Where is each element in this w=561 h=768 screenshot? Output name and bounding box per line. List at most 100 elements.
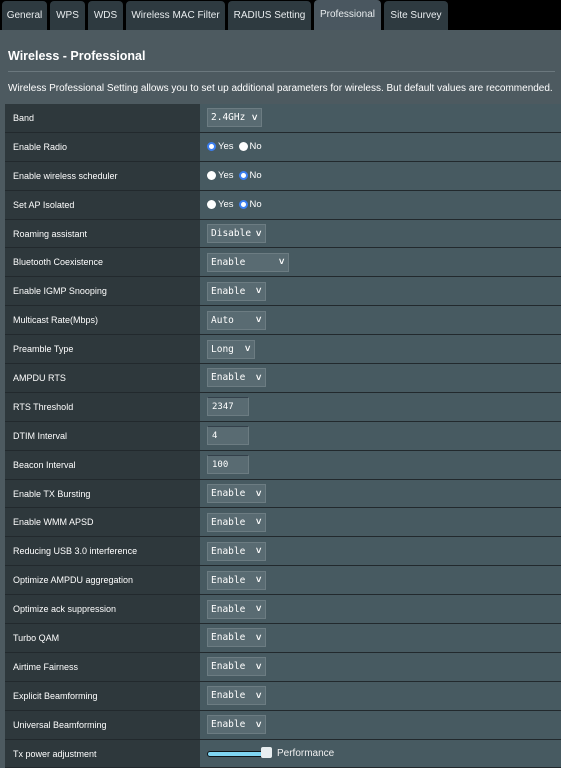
tx-power-value-label: Performance (277, 748, 335, 760)
setting-row-ampdu-rts: AMPDU RTS Enable ∨ (5, 364, 561, 393)
setting-row-bluetooth-coexistence: Bluetooth Coexistence Enable ∨ (5, 248, 561, 278)
radio-yes[interactable] (207, 200, 216, 210)
setting-label: Set AP Isolated (5, 190, 200, 219)
setting-value-cell: Enable ∨ (200, 508, 561, 537)
setting-value-cell: Enable ∨ (200, 537, 561, 566)
setting-row-preamble-type: Preamble Type Long ∨ (5, 335, 561, 365)
chevron-down-icon: ∨ (254, 315, 262, 326)
optimize-ampdu-aggregation-select[interactable]: Enable ∨ (207, 570, 266, 590)
chevron-down-icon: ∨ (254, 661, 262, 672)
tx-power-slider[interactable] (207, 746, 272, 758)
chevron-down-icon: ∨ (254, 228, 262, 239)
chevron-down-icon: ∨ (254, 690, 262, 701)
setting-label: Explicit Beamforming (5, 681, 200, 710)
radio-yes[interactable] (207, 142, 216, 152)
select-value: Enable (211, 661, 246, 673)
setting-label: Enable Radio (5, 132, 200, 161)
setting-value-cell: Yes No (200, 161, 561, 190)
setting-row-enable-igmp-snooping: Enable IGMP Snooping Enable ∨ (5, 277, 561, 307)
turbo-qam-select[interactable]: Enable ∨ (207, 628, 266, 648)
setting-value-cell: Enable ∨ (200, 566, 561, 595)
setting-label: Optimize ack suppression (5, 595, 200, 624)
setting-value-cell: Performance (200, 739, 561, 768)
chevron-down-icon: ∨ (277, 257, 285, 268)
setting-value-cell: Yes No (200, 132, 561, 161)
chevron-down-icon: ∨ (250, 112, 258, 123)
setting-row-beacon-interval: Beacon Interval 100 (5, 450, 561, 480)
setting-value-cell: Long ∨ (200, 335, 561, 364)
setting-row-roaming-assistant: Roaming assistant Disable ∨ (5, 219, 561, 249)
setting-row-set-ap-isolated: Set AP Isolated Yes No (5, 190, 561, 220)
chevron-down-icon: ∨ (254, 517, 262, 528)
ampdu-rts-select[interactable]: Enable ∨ (207, 368, 266, 388)
setting-value-cell: Enable ∨ (200, 710, 561, 739)
setting-label: Reducing USB 3.0 interference (5, 537, 200, 566)
tab-site-survey[interactable]: Site Survey (384, 1, 448, 30)
select-value: Enable (211, 632, 246, 644)
enable-igmp-snooping-select[interactable]: Enable ∨ (207, 281, 266, 301)
slider-handle[interactable] (261, 746, 272, 758)
radio-no[interactable] (238, 200, 248, 210)
radio-no[interactable] (238, 171, 248, 181)
setting-row-universal-beamforming: Universal Beamforming Enable ∨ (5, 710, 561, 740)
enable-tx-bursting-select[interactable]: Enable ∨ (207, 484, 266, 504)
setting-row-tx-power-adjustment: Tx power adjustment Performance (5, 739, 561, 768)
roaming-assistant-select[interactable]: Disable ∨ (207, 224, 266, 243)
setting-row-turbo-qam: Turbo QAM Enable ∨ (5, 624, 561, 653)
band-select[interactable]: 2.4GHz ∨ (207, 108, 262, 128)
setting-row-enable-tx-bursting: Enable TX Bursting Enable ∨ (5, 479, 561, 509)
setting-value-cell: Enable ∨ (200, 277, 561, 306)
tab-radius-setting[interactable]: RADIUS Setting (228, 1, 311, 30)
rts-threshold-input[interactable]: 2347 (207, 397, 249, 417)
setting-value-cell: Disable ∨ (200, 219, 561, 248)
airtime-fairness-select[interactable]: Enable ∨ (207, 657, 266, 677)
tx-power-slider-group: Performance (207, 746, 335, 760)
select-value: Enable (211, 574, 246, 586)
setting-row-multicast-rate-mbps: Multicast Rate(Mbps) Auto ∨ (5, 306, 561, 336)
optimize-ack-suppression-select[interactable]: Enable ∨ (207, 599, 266, 619)
dtim-interval-input[interactable]: 4 (207, 426, 249, 446)
enable-wireless-scheduler-radio-group: Yes No (207, 170, 267, 181)
select-value: Enable (211, 256, 246, 268)
enable-wmm-apsd-select[interactable]: Enable ∨ (207, 512, 266, 532)
page-title: Wireless - Professional (8, 49, 146, 63)
setting-label: Enable wireless scheduler (5, 161, 200, 190)
setting-label: Beacon Interval (5, 450, 200, 479)
select-value: Long (211, 343, 234, 355)
tab-wps[interactable]: WPS (50, 1, 85, 30)
tab-general[interactable]: General (2, 1, 47, 30)
title-divider (8, 71, 555, 72)
setting-row-dtim-interval: DTIM Interval 4 (5, 421, 561, 451)
tab-professional[interactable]: Professional (314, 0, 381, 31)
radio-label: No (249, 170, 262, 182)
setting-row-enable-radio: Enable Radio Yes No (5, 132, 561, 162)
select-value: 2.4GHz (211, 112, 246, 124)
setting-label: Bluetooth Coexistence (5, 248, 200, 277)
setting-row-band: Band 2.4GHz ∨ (5, 104, 561, 133)
setting-label: Airtime Fairness (5, 652, 200, 681)
beacon-interval-input[interactable]: 100 (207, 455, 249, 475)
setting-label: RTS Threshold (5, 392, 200, 421)
radio-label: Yes (218, 170, 234, 182)
setting-value-cell: 2.4GHz ∨ (200, 104, 561, 132)
tab-wds[interactable]: WDS (88, 1, 123, 30)
radio-no[interactable] (238, 142, 248, 152)
radio-yes[interactable] (207, 171, 216, 181)
reducing-usb-3-0-interference-select[interactable]: Enable ∨ (207, 541, 266, 561)
select-value: Enable (211, 488, 246, 500)
multicast-rate-mbps-select[interactable]: Auto ∨ (207, 310, 266, 330)
preamble-type-select[interactable]: Long ∨ (207, 339, 255, 359)
bluetooth-coexistence-select[interactable]: Enable ∨ (207, 252, 289, 272)
setting-label: AMPDU RTS (5, 364, 200, 392)
setting-label: Optimize AMPDU aggregation (5, 566, 200, 595)
set-ap-isolated-radio-group: Yes No (207, 199, 267, 210)
tab-bar: General WPS WDS Wireless MAC Filter RADI… (0, 0, 561, 31)
setting-value-cell: 4 (200, 421, 561, 450)
setting-value-cell: Enable ∨ (200, 624, 561, 652)
chevron-down-icon: ∨ (254, 546, 262, 557)
setting-label: Multicast Rate(Mbps) (5, 306, 200, 335)
setting-label: Band (5, 104, 200, 132)
tab-wireless-mac-filter[interactable]: Wireless MAC Filter (126, 1, 225, 30)
explicit-beamforming-select[interactable]: Enable ∨ (207, 686, 266, 706)
universal-beamforming-select[interactable]: Enable ∨ (207, 715, 266, 735)
